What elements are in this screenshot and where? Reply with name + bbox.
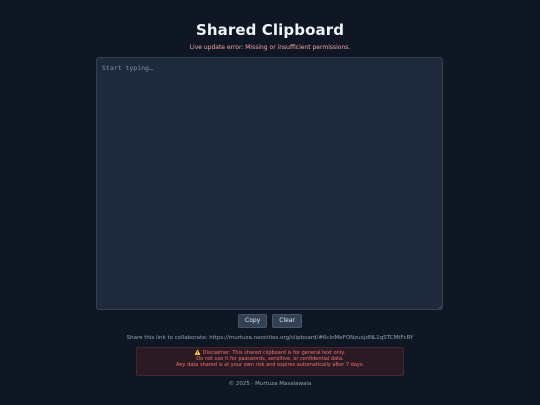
live-update-error: Live update error: Missing or insufficie…: [189, 44, 351, 51]
copy-button[interactable]: Copy: [238, 314, 268, 328]
page-title: Shared Clipboard: [195, 21, 345, 39]
copyright: © 2025: [228, 381, 250, 387]
disclaimer-line-3: Any data shared is at your own risk and …: [175, 361, 365, 368]
share-prefix: Share this link to collaborate:: [126, 335, 208, 341]
resize-grip-icon[interactable]: [437, 304, 442, 309]
share-text: Share this link to collaborate: https://…: [0, 335, 540, 341]
page: Shared Clipboard Live update error: Miss…: [0, 0, 540, 405]
action-buttons: Copy Clear: [0, 314, 540, 328]
footer-separator: ·: [251, 381, 254, 387]
clipboard-textarea[interactable]: [96, 57, 443, 310]
share-link[interactable]: https://murtuza.neocities.org/clipboard/…: [209, 335, 413, 341]
clear-button[interactable]: Clear: [272, 314, 302, 328]
disclaimer-box: ⚠️ Disclaimer: This shared clipboard is …: [136, 347, 404, 376]
footer: © 2025 · Murtuza Masalawala: [0, 381, 540, 387]
author-name: Murtuza Masalawala: [255, 381, 312, 387]
